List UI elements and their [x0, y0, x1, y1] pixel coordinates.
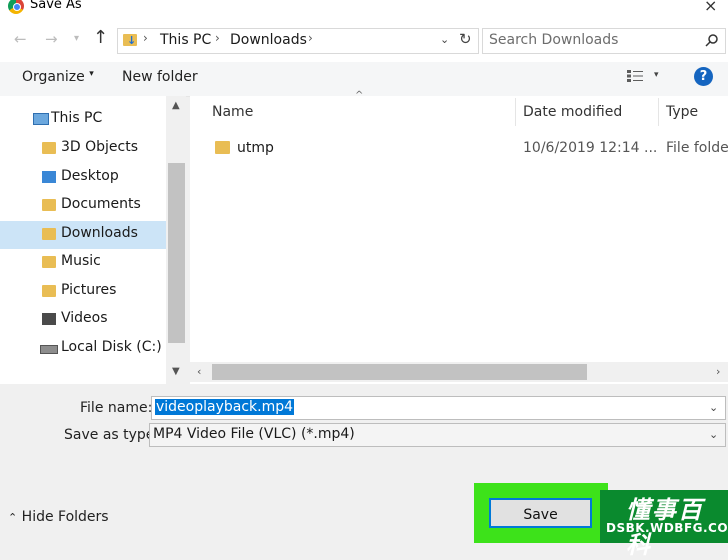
column-header-type[interactable]: Type: [666, 104, 698, 120]
column-divider[interactable]: [658, 98, 659, 126]
nav-item-label: Videos: [61, 310, 108, 326]
folder-icon: [215, 141, 230, 154]
download-arrow-icon: ↓: [127, 34, 137, 47]
help-icon[interactable]: ?: [694, 67, 713, 86]
breadcrumb-sep: ›: [215, 31, 220, 45]
chevron-down-icon: ▾: [89, 69, 94, 79]
nav-item-label: Pictures: [61, 282, 117, 298]
file-name-field[interactable]: videoplayback.mp4 ⌄: [151, 396, 726, 420]
horizontal-scrollbar-thumb[interactable]: [212, 364, 587, 380]
nav-item-label: Downloads: [61, 225, 138, 241]
refresh-icon[interactable]: ↻: [459, 30, 472, 48]
file-type: File folder: [666, 140, 728, 156]
pictures-folder-icon: [42, 285, 56, 297]
nav-item-label: Local Disk (C:): [61, 339, 162, 355]
recent-dropdown-icon[interactable]: ▾: [74, 33, 79, 44]
sort-ascending-icon: ^: [355, 90, 364, 101]
file-name-label: File name:: [80, 400, 153, 416]
title-bar: [0, 0, 728, 20]
documents-folder-icon: [42, 199, 56, 211]
window-title: Save As: [30, 0, 82, 12]
file-date: 10/6/2019 12:14 ...: [523, 140, 658, 156]
column-header-date[interactable]: Date modified: [523, 104, 622, 120]
nav-item-videos[interactable]: Videos: [0, 306, 166, 334]
chevron-up-icon: ⌃: [8, 511, 18, 524]
chevron-down-icon[interactable]: ⌄: [440, 33, 449, 46]
save-as-type-label: Save as type:: [64, 427, 160, 443]
scroll-up-icon[interactable]: ▲: [172, 100, 180, 111]
new-folder-button[interactable]: New folder: [122, 69, 198, 85]
scroll-right-icon[interactable]: ›: [716, 365, 720, 378]
file-name: utmp: [237, 140, 274, 156]
nav-item-label: Music: [61, 253, 101, 269]
breadcrumb-sep: ›: [308, 31, 313, 45]
nav-item-label: Documents: [61, 196, 141, 212]
chevron-down-icon[interactable]: ▾: [654, 70, 659, 80]
nav-item-3d-objects[interactable]: 3D Objects: [0, 135, 166, 163]
nav-item-documents[interactable]: Documents: [0, 192, 166, 220]
address-bar[interactable]: ↓ › This PC › Downloads › ⌄: [117, 28, 479, 54]
nav-item-this-pc[interactable]: This PC: [0, 106, 166, 134]
back-arrow-icon[interactable]: ←: [14, 30, 27, 48]
file-name-value: videoplayback.mp4: [155, 399, 295, 415]
search-placeholder: Search Downloads: [489, 32, 619, 48]
hide-folders-label: Hide Folders: [21, 509, 109, 525]
desktop-folder-icon: [42, 171, 56, 183]
music-folder-icon: [42, 256, 56, 268]
breadcrumb-downloads[interactable]: Downloads: [230, 32, 307, 48]
save-button[interactable]: Save: [489, 498, 592, 528]
nav-item-label: 3D Objects: [61, 139, 139, 155]
scroll-down-icon[interactable]: ▼: [172, 366, 180, 377]
breadcrumb-this-pc[interactable]: This PC: [160, 32, 211, 48]
scroll-left-icon[interactable]: ‹: [197, 365, 201, 378]
search-icon[interactable]: [705, 33, 719, 47]
forward-arrow-icon[interactable]: →: [45, 30, 58, 48]
view-options-icon[interactable]: [626, 69, 644, 83]
nav-item-pictures[interactable]: Pictures: [0, 278, 166, 306]
nav-item-music[interactable]: Music: [0, 249, 166, 277]
column-divider[interactable]: [515, 98, 516, 126]
table-row[interactable]: utmp 10/6/2019 12:14 ... File folder: [194, 136, 728, 162]
nav-scrollbar-thumb[interactable]: [168, 163, 185, 343]
up-arrow-icon[interactable]: ↑: [93, 27, 108, 48]
nav-item-desktop[interactable]: Desktop: [0, 164, 166, 192]
folder-3d-icon: [42, 142, 56, 154]
nav-item-label: Desktop: [61, 168, 119, 184]
hide-folders-button[interactable]: ⌃ Hide Folders: [8, 509, 109, 525]
downloads-folder-icon: [42, 228, 56, 240]
save-as-type-select[interactable]: MP4 Video File (VLC) (*.mp4) ⌄: [149, 423, 726, 447]
nav-item-local-disk[interactable]: Local Disk (C:): [0, 335, 166, 363]
nav-item-label: This PC: [51, 110, 103, 126]
breadcrumb-sep: ›: [143, 31, 148, 45]
organize-label: Organize: [22, 69, 85, 85]
drive-icon: [40, 345, 58, 354]
nav-item-downloads[interactable]: Downloads: [0, 221, 166, 249]
pc-icon: [33, 113, 49, 125]
chevron-down-icon[interactable]: ⌄: [709, 428, 718, 441]
chevron-down-icon[interactable]: ⌄: [709, 401, 718, 414]
column-header-name[interactable]: Name: [212, 104, 253, 120]
toolbar: [0, 62, 728, 97]
videos-folder-icon: [42, 313, 56, 325]
save-as-type-value: MP4 Video File (VLC) (*.mp4): [153, 426, 355, 442]
organize-button[interactable]: Organize ▾: [22, 69, 94, 85]
search-input[interactable]: Search Downloads: [482, 28, 726, 54]
close-icon[interactable]: ×: [704, 0, 717, 15]
watermark-url: DSBK.WDBFG.COM: [606, 521, 728, 535]
